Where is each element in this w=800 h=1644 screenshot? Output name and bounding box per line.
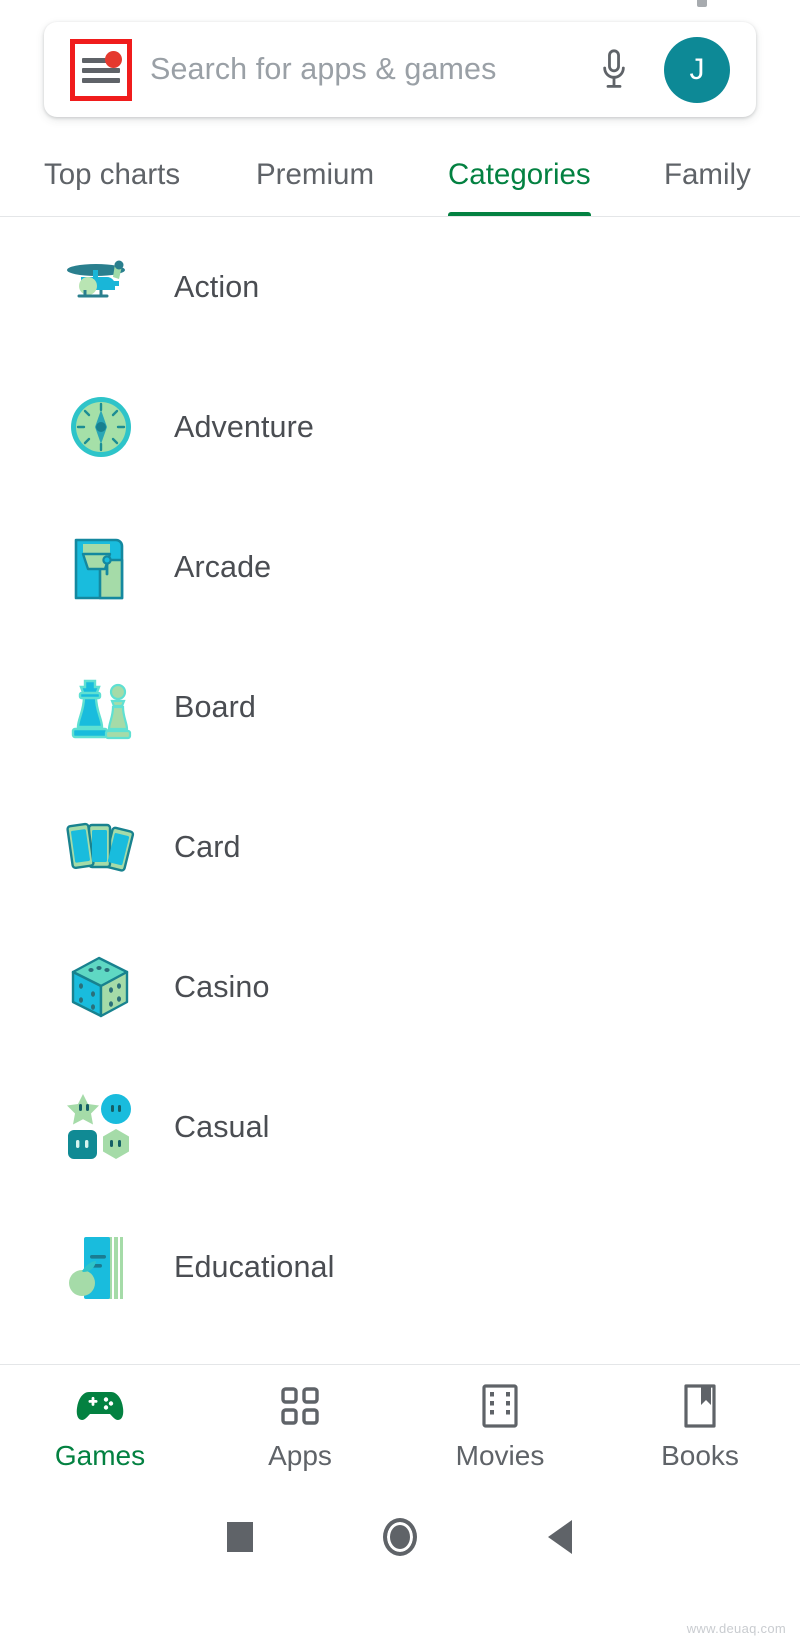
playing-cards-icon [63, 809, 139, 885]
list-item[interactable]: Casual [0, 1057, 800, 1197]
bottom-navigation-bar: Games Apps Movies Books [0, 1365, 800, 1490]
nav-item-apps[interactable]: Apps [200, 1365, 400, 1490]
recents-button[interactable] [160, 1502, 320, 1572]
category-label: Action [174, 269, 260, 304]
arcade-cabinet-icon [63, 529, 139, 605]
gamepad-icon [75, 1383, 125, 1429]
list-item[interactable]: Action [0, 217, 800, 357]
nav-label: Apps [268, 1440, 332, 1471]
list-item[interactable]: Board [0, 637, 800, 777]
android-system-nav [0, 1490, 800, 1644]
nav-label: Movies [455, 1440, 545, 1471]
list-item[interactable]: Adventure [0, 357, 800, 497]
microphone-button[interactable] [586, 42, 642, 98]
category-label: Board [174, 689, 256, 724]
list-item[interactable]: Card [0, 777, 800, 917]
shapes-faces-icon [63, 1089, 139, 1165]
category-label: Casino [174, 969, 270, 1004]
list-item[interactable]: Arcade [0, 497, 800, 637]
tab-label: Categories [448, 158, 591, 191]
search-input[interactable]: Search for apps & games [150, 52, 586, 87]
dice-icon [63, 949, 139, 1025]
category-label: Adventure [174, 409, 314, 444]
book-mark-icon [681, 1383, 719, 1429]
square-recents-icon [227, 1522, 253, 1552]
tab-family[interactable]: Family [664, 132, 751, 218]
tab-label: Top charts [44, 158, 181, 191]
nav-item-movies[interactable]: Movies [400, 1365, 600, 1490]
chess-pieces-icon [63, 669, 139, 745]
nav-label: Books [661, 1440, 739, 1471]
tab-label: Family [664, 158, 751, 191]
watermark: www.deuaq.com [686, 1621, 786, 1636]
book-apple-icon [63, 1229, 139, 1305]
account-avatar[interactable]: J [664, 36, 730, 103]
category-label: Arcade [174, 549, 272, 584]
category-label: Casual [174, 1109, 270, 1144]
nav-item-games[interactable]: Games [0, 1365, 200, 1490]
tab-categories[interactable]: Categories [448, 132, 591, 218]
grid-apps-icon [279, 1383, 321, 1429]
nav-label: Games [54, 1440, 146, 1471]
notification-dot-icon [105, 50, 122, 68]
play-store-screen: Search for apps & games J Top charts Pre… [0, 0, 800, 1644]
compass-icon [63, 389, 139, 465]
circle-home-icon [383, 1518, 417, 1556]
search-bar[interactable]: Search for apps & games J [44, 22, 756, 117]
category-label: Card [174, 829, 241, 864]
nav-item-books[interactable]: Books [600, 1365, 800, 1490]
hamburger-menu-button[interactable] [70, 38, 132, 101]
status-notch-sliver [697, 0, 707, 7]
category-label: Educational [174, 1249, 335, 1284]
triangle-back-icon [548, 1520, 572, 1554]
home-button[interactable] [320, 1502, 480, 1572]
list-item[interactable]: Casino [0, 917, 800, 1057]
category-tab-bar: Top charts Premium Categories Family [0, 132, 800, 218]
tab-top-charts[interactable]: Top charts [44, 132, 180, 218]
hamburger-menu-icon [82, 50, 122, 85]
search-bar-container: Search for apps & games J [44, 22, 756, 117]
list-item[interactable]: Educational [0, 1197, 800, 1337]
helicopter-icon [63, 249, 139, 325]
tab-label: Premium [256, 158, 375, 191]
microphone-icon [603, 48, 625, 88]
back-button[interactable] [480, 1502, 640, 1572]
category-list[interactable]: Action Adventure Arcade Board Card Casin… [0, 217, 800, 1364]
tab-premium[interactable]: Premium [256, 132, 374, 218]
film-strip-icon [481, 1383, 519, 1429]
